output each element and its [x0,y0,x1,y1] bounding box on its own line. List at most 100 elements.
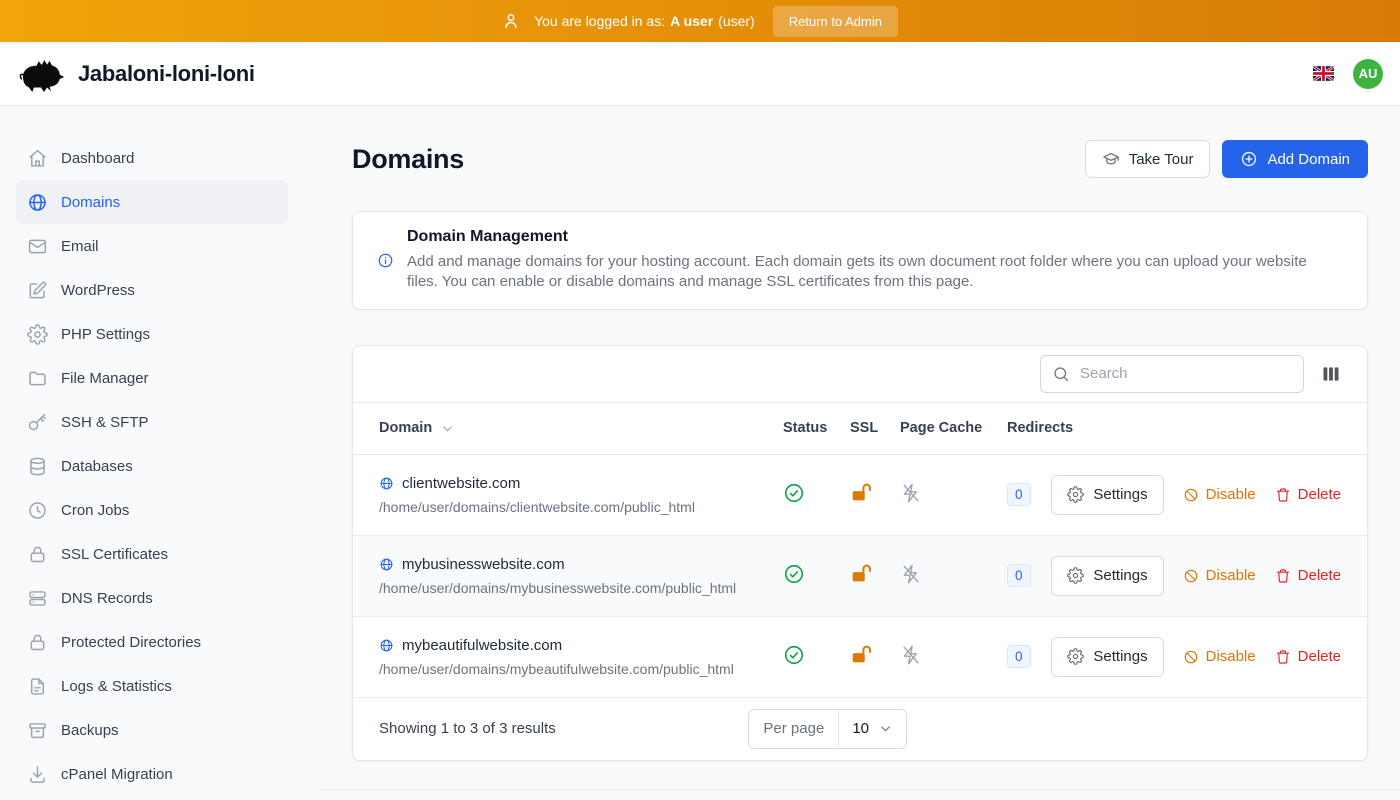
file-text-icon [27,676,48,697]
per-page-select[interactable]: 10 [839,710,906,748]
results-summary: Showing 1 to 3 of 3 results [379,720,556,737]
redirects-badge[interactable]: 0 [1007,645,1031,668]
sidebar-item-label: Domains [61,194,120,211]
sidebar-item-ssh-sftp[interactable]: SSH & SFTP [16,400,288,444]
sidebar-item-domains[interactable]: Domains [16,180,288,224]
column-header-domain[interactable]: Domain [379,420,783,436]
zap-off-icon[interactable] [900,563,922,585]
app-header: Jabaloni-loni-loni AU [0,42,1400,106]
disable-link[interactable]: Disable [1183,567,1256,584]
clock-icon [27,500,48,521]
home-icon [27,148,48,169]
disable-link[interactable]: Disable [1183,486,1256,503]
column-header-status: Status [783,420,850,436]
archive-icon [27,720,48,741]
check-circle-icon [783,644,805,666]
sidebar: Dashboard Domains EmailWordPress PHP Settin… [0,106,320,800]
disable-link[interactable]: Disable [1183,648,1256,665]
globe-icon [379,557,394,572]
uk-flag-icon[interactable] [1313,66,1334,81]
zap-off-icon[interactable] [900,482,922,504]
sidebar-item-cpanel-migration[interactable]: cPanel Migration [16,752,288,796]
settings-button[interactable]: Settings [1051,637,1163,677]
trash-icon [1275,568,1291,584]
zap-off-icon[interactable] [900,644,922,666]
trash-icon [1275,649,1291,665]
redirects-badge[interactable]: 0 [1007,483,1031,506]
globe-icon [379,476,394,491]
sidebar-item-databases[interactable]: Databases [16,444,288,488]
table-rows: clientwebsite.com /home/user/domains/cli… [353,455,1367,698]
status-cell [783,644,850,670]
unlock-icon[interactable] [850,562,873,585]
folder-icon [27,368,48,389]
per-page-label: Per page [749,710,839,748]
ssl-cell [850,643,900,670]
sidebar-item-label: Databases [61,458,133,475]
download-icon [27,764,48,785]
info-card: Domain Management Add and manage domains… [352,211,1368,310]
delete-link[interactable]: Delete [1275,648,1341,665]
sidebar-item-dashboard[interactable]: Dashboard [16,136,288,180]
sidebar-item-logs-statistics[interactable]: Logs & Statistics [16,664,288,708]
delete-link[interactable]: Delete [1275,567,1341,584]
sidebar-item-wordpress[interactable]: WordPress [16,268,288,312]
add-domain-button[interactable]: Add Domain [1222,140,1368,178]
redirects-badge[interactable]: 0 [1007,564,1031,587]
key-icon [27,412,48,433]
return-to-admin-button[interactable]: Return to Admin [773,6,898,37]
search-input[interactable] [1040,355,1304,393]
chevron-down-icon [440,421,455,436]
settings-button[interactable]: Settings [1051,475,1163,515]
domain-link[interactable]: mybeautifulwebsite.com [402,637,562,654]
graduation-cap-icon [1102,150,1120,168]
domain-link[interactable]: clientwebsite.com [402,475,520,492]
check-circle-icon [783,563,805,585]
sidebar-item-label: Backups [61,722,119,739]
plus-circle-icon [1240,150,1258,168]
table-header: Domain Status SSL Page Cache Redirects [353,402,1367,455]
avatar[interactable]: AU [1353,59,1383,89]
table-row: mybeautifulwebsite.com /home/user/domain… [353,617,1367,698]
gear-icon [1067,567,1084,584]
unlock-icon[interactable] [850,481,873,504]
sidebar-item-label: PHP Settings [61,326,150,343]
impersonation-banner: You are logged in as: A user (user) Retu… [0,0,1400,42]
mail-icon [27,236,48,257]
ban-icon [1183,649,1199,665]
sidebar-item-file-manager[interactable]: File Manager [16,356,288,400]
table-footer: Showing 1 to 3 of 3 results Per page 10 [353,698,1367,760]
per-page-control: Per page 10 [748,709,907,749]
page-title: Domains [352,144,464,175]
sidebar-item-cron-jobs[interactable]: Cron Jobs [16,488,288,532]
sidebar-item-backups[interactable]: Backups [16,708,288,752]
status-cell [783,482,850,508]
sidebar-item-email[interactable]: Email [16,224,288,268]
actions-cell: Settings Disable Delete [1093,556,1341,596]
globe-icon [27,192,48,213]
info-card-title: Domain Management [407,228,1312,246]
table-row: mybusinesswebsite.com /home/user/domains… [353,536,1367,617]
sidebar-item-protected-directories[interactable]: Protected Directories [16,620,288,664]
sidebar-item-ssl-certificates[interactable]: SSL Certificates [16,532,288,576]
sidebar-item-label: DNS Records [61,590,153,607]
ssl-cell [850,562,900,589]
domain-link[interactable]: mybusinesswebsite.com [402,556,565,573]
sidebar-item-label: cPanel Migration [61,766,173,783]
search-icon [1052,365,1070,383]
sidebar-item-php-settings[interactable]: PHP Settings [16,312,288,356]
check-circle-icon [783,482,805,504]
take-tour-button[interactable]: Take Tour [1085,140,1211,178]
sidebar-item-label: Dashboard [61,150,134,167]
columns-icon[interactable] [1321,364,1341,384]
brand[interactable]: Jabaloni-loni-loni [17,54,255,94]
delete-link[interactable]: Delete [1275,486,1341,503]
settings-button[interactable]: Settings [1051,556,1163,596]
ban-icon [1183,487,1199,503]
sidebar-item-label: Logs & Statistics [61,678,172,695]
ssl-cell [850,481,900,508]
unlock-icon[interactable] [850,643,873,666]
sidebar-item-dns-records[interactable]: DNS Records [16,576,288,620]
table-row: clientwebsite.com /home/user/domains/cli… [353,455,1367,536]
impersonation-message: You are logged in as: A user (user) [534,13,755,29]
